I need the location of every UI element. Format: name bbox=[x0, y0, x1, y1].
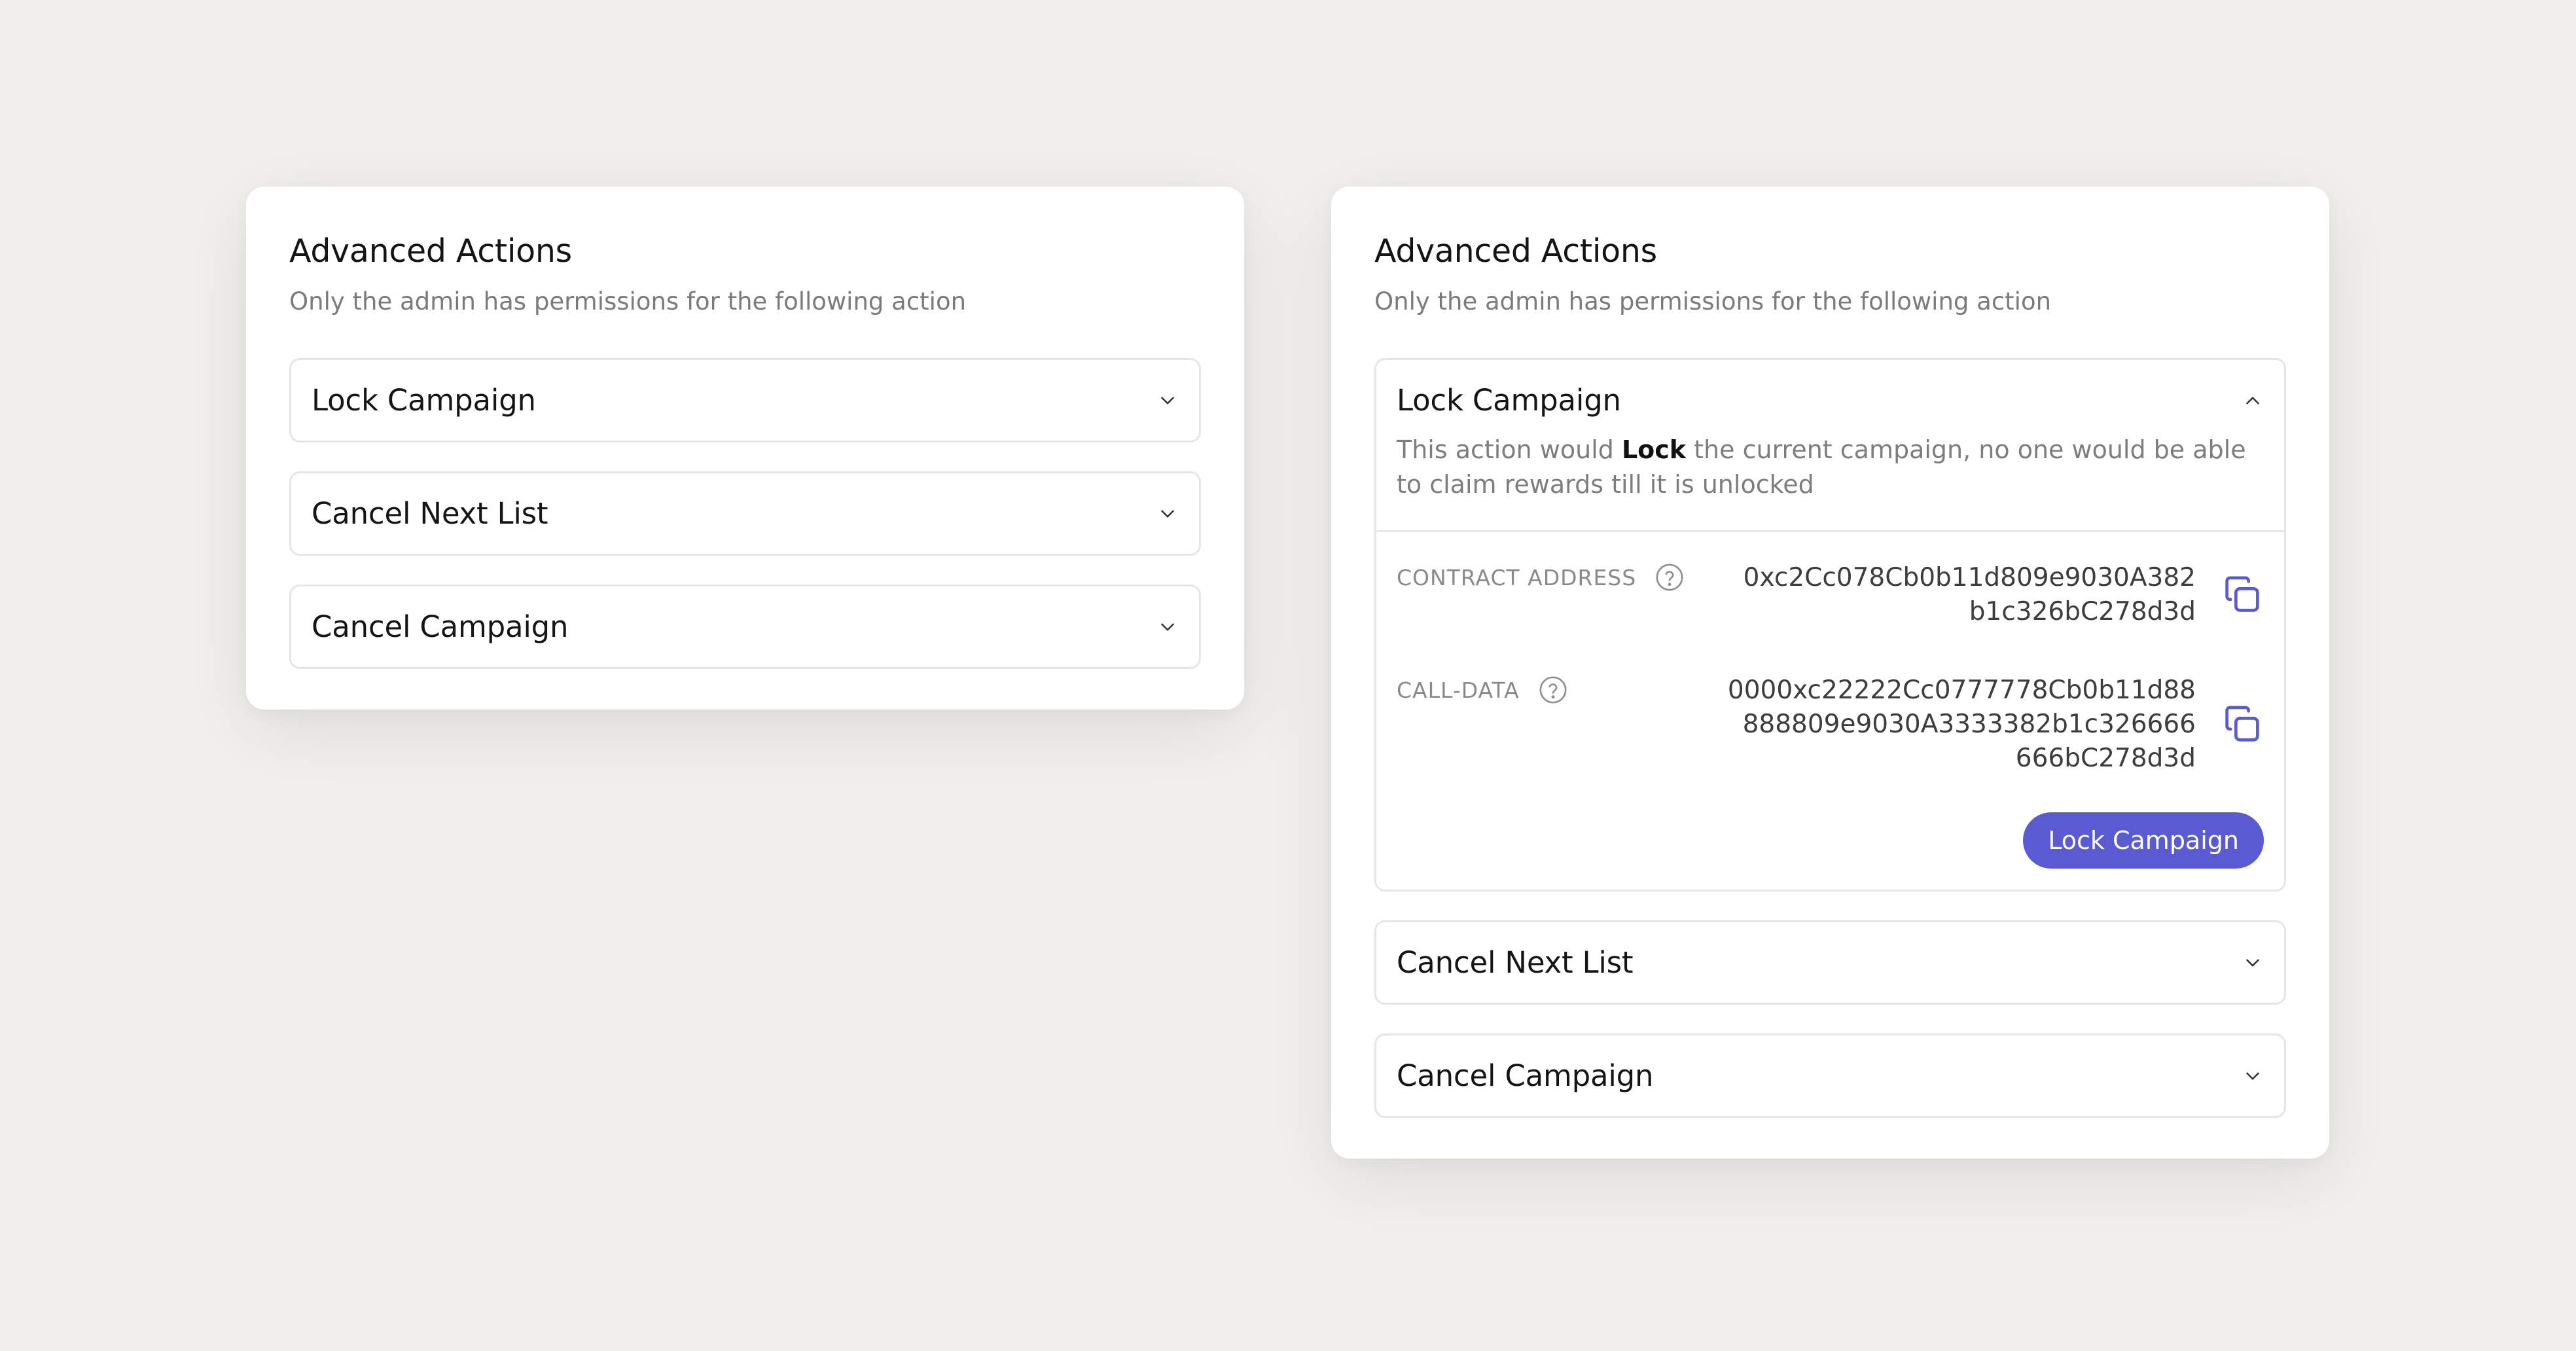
contract-address-value: 0xc2Cc078Cb0b11d809e9030A382 b1c326bC278… bbox=[1743, 563, 2196, 627]
accordion-list: Lock Campaign This action would Lock the… bbox=[1374, 358, 2286, 1119]
chevron-down-icon[interactable] bbox=[1156, 502, 1179, 526]
accordion-label: Lock Campaign bbox=[1397, 383, 1621, 418]
accordion-cancel-next-list: Cancel Next List bbox=[1374, 920, 2286, 1005]
accordion-label: Cancel Next List bbox=[312, 496, 548, 531]
accordion-description: This action would Lock the current campa… bbox=[1376, 433, 2284, 530]
advanced-actions-card-expanded: Advanced Actions Only the admin has perm… bbox=[1331, 187, 2329, 1159]
call-data-value: 0000xc22222Cc0777778Cb0b11d88 888809e903… bbox=[1727, 676, 2196, 774]
copy-icon[interactable] bbox=[2221, 573, 2264, 617]
question-circle-icon[interactable] bbox=[1655, 562, 1685, 592]
field-value-group: 0000xc22222Cc0777778Cb0b11d88 888809e903… bbox=[1728, 674, 2264, 776]
field-key: CONTRACT ADDRESS bbox=[1397, 561, 1685, 594]
accordion-cancel-campaign: Cancel Campaign bbox=[1374, 1034, 2286, 1119]
advanced-actions-card-collapsed: Advanced Actions Only the admin has perm… bbox=[246, 187, 1244, 710]
call-data-row: CALL-DATA 0000xc22222Cc0777778Cb0b11d88 … bbox=[1397, 674, 2264, 776]
accordion-lock-campaign: Lock Campaign bbox=[289, 358, 1201, 443]
description-emphasis: Lock bbox=[1621, 435, 1687, 465]
accordion-label: Cancel Next List bbox=[1397, 945, 1634, 981]
action-row: Lock Campaign bbox=[1397, 812, 2264, 869]
card-title: Advanced Actions bbox=[289, 232, 572, 270]
description-text: This action would bbox=[1397, 435, 1622, 465]
accordion-cancel-campaign: Cancel Campaign bbox=[289, 585, 1201, 670]
accordion-list: Lock Campaign Cancel Next List Cancel Ca… bbox=[289, 358, 1201, 670]
chevron-down-icon[interactable] bbox=[2241, 951, 2264, 975]
card-title: Advanced Actions bbox=[1374, 232, 1657, 270]
copy-icon[interactable] bbox=[2221, 703, 2264, 746]
accordion-header-cancel-campaign[interactable]: Cancel Campaign bbox=[1376, 1036, 2284, 1116]
canvas: Advanced Actions Only the admin has perm… bbox=[0, 0, 2576, 1351]
call-data-label: CALL-DATA bbox=[1397, 677, 1520, 703]
card-subtitle: Only the admin has permissions for the f… bbox=[1374, 287, 2052, 315]
details-panel: CONTRACT ADDRESS 0xc2Cc078Cb0b11d809e903… bbox=[1376, 532, 2284, 890]
chevron-down-icon[interactable] bbox=[1156, 615, 1179, 639]
accordion-header-cancel-next-list[interactable]: Cancel Next List bbox=[291, 473, 1199, 554]
chevron-down-icon[interactable] bbox=[1156, 389, 1179, 412]
accordion-cancel-next-list: Cancel Next List bbox=[289, 471, 1201, 556]
accordion-label: Cancel Campaign bbox=[1397, 1058, 1654, 1094]
field-value-group: 0xc2Cc078Cb0b11d809e9030A382 b1c326bC278… bbox=[1744, 561, 2264, 629]
accordion-header-cancel-next-list[interactable]: Cancel Next List bbox=[1376, 922, 2284, 1003]
chevron-up-icon[interactable] bbox=[2241, 389, 2264, 412]
card-subtitle: Only the admin has permissions for the f… bbox=[289, 287, 967, 315]
lock-campaign-button[interactable]: Lock Campaign bbox=[2023, 812, 2264, 869]
contract-address-label: CONTRACT ADDRESS bbox=[1397, 564, 1637, 590]
accordion-header-cancel-campaign[interactable]: Cancel Campaign bbox=[291, 586, 1199, 667]
accordion-label: Lock Campaign bbox=[312, 383, 536, 418]
accordion-header-lock-campaign[interactable]: Lock Campaign bbox=[1376, 360, 2284, 441]
accordion-label: Cancel Campaign bbox=[312, 609, 569, 645]
question-circle-icon[interactable] bbox=[1538, 675, 1568, 705]
accordion-lock-campaign-expanded: Lock Campaign This action would Lock the… bbox=[1374, 358, 2286, 892]
accordion-header-lock-campaign[interactable]: Lock Campaign bbox=[291, 360, 1199, 441]
contract-address-row: CONTRACT ADDRESS 0xc2Cc078Cb0b11d809e903… bbox=[1397, 561, 2264, 629]
chevron-down-icon[interactable] bbox=[2241, 1064, 2264, 1088]
field-key: CALL-DATA bbox=[1397, 674, 1568, 706]
